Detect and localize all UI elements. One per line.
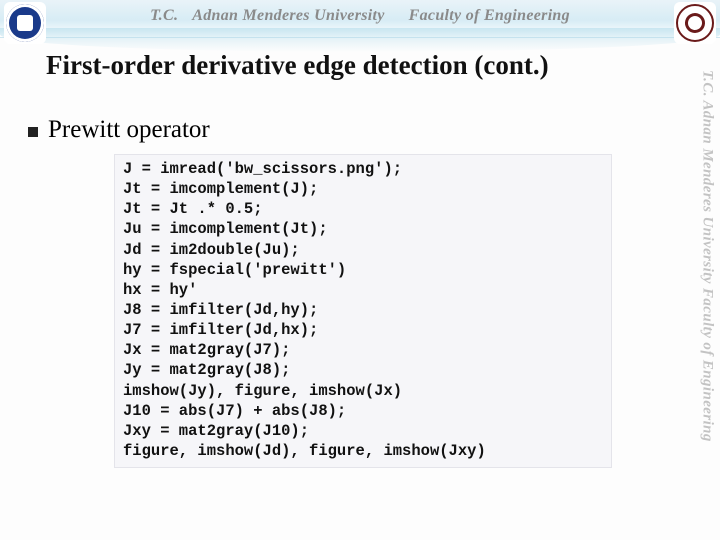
bullet-square-icon [28,127,38,137]
header-banner: T.C. Adnan Menderes University Faculty o… [0,2,720,30]
side-watermark: T.C. Adnan Menderes University Faculty o… [696,70,718,532]
side-watermark-text: T.C. Adnan Menderes University Faculty o… [699,70,716,442]
gear-seal-icon [676,4,714,42]
university-logo-left [4,2,46,44]
seal-icon [6,4,44,42]
banner-university: Adnan Menderes University [192,7,384,25]
banner-faculty: Faculty of Engineering [409,7,570,25]
slide-title: First-order derivative edge detection (c… [46,50,549,81]
matlab-code-block: J = imread('bw_scissors.png'); Jt = imco… [114,154,612,468]
bullet-label: Prewitt operator [48,116,210,144]
faculty-logo-right [674,2,716,44]
header-wave-glow [0,28,720,52]
bullet-prewitt: Prewitt operator [28,116,210,144]
banner-tc: T.C. [150,7,178,25]
